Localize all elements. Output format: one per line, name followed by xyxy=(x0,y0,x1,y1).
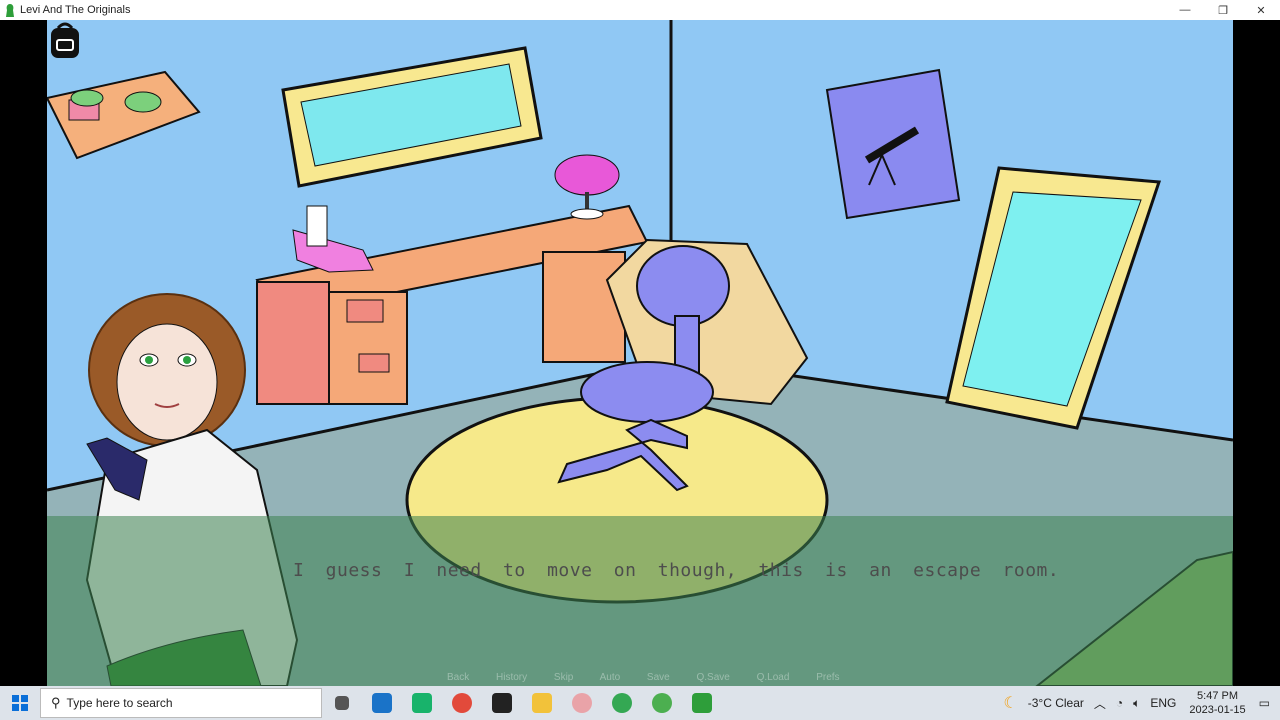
game-character-icon xyxy=(572,693,592,713)
volume-icon[interactable]: 🔈︎ xyxy=(1133,696,1140,711)
dialogue-box[interactable] xyxy=(47,516,1233,686)
desk-lamp xyxy=(554,154,620,196)
taskbar-app-chrome-2[interactable] xyxy=(602,686,642,720)
atom-icon xyxy=(652,693,672,713)
taskbar-app-game-character[interactable] xyxy=(562,686,602,720)
chrome-profile-icon xyxy=(612,693,632,713)
plant-right xyxy=(124,91,162,113)
clock[interactable]: 5:47 PM 2023-01-15 xyxy=(1189,689,1245,717)
app-icon xyxy=(6,3,14,17)
search-icon: ⚲ xyxy=(51,695,61,710)
close-button[interactable]: ✕ xyxy=(1242,0,1280,20)
taskbar-app-unity[interactable] xyxy=(482,686,522,720)
taskbar-app-mail[interactable] xyxy=(362,686,402,720)
character-face xyxy=(116,323,218,441)
folder-icon xyxy=(532,693,552,713)
taskbar-app-chrome[interactable] xyxy=(442,686,482,720)
mail-icon xyxy=(372,693,392,713)
taskbar-app-task-view[interactable] xyxy=(322,686,362,720)
taskbar-app-atom[interactable] xyxy=(642,686,682,720)
game-viewport[interactable]: I guess I need to move on though, this i… xyxy=(47,20,1233,686)
plant-left xyxy=(70,89,104,107)
chair-seat xyxy=(580,361,714,423)
minimize-button[interactable]: — xyxy=(1166,0,1204,20)
taskbar-app-levi-game[interactable] xyxy=(682,686,722,720)
notification-icon[interactable]: ▭ xyxy=(1259,696,1270,710)
weather-text[interactable]: -3°C Clear xyxy=(1028,696,1084,710)
backpack-icon[interactable] xyxy=(47,20,83,60)
network-icon[interactable]: ◔ xyxy=(1116,696,1123,710)
dialogue-text: I guess I need to move on though, this i… xyxy=(293,560,1060,581)
restore-button[interactable]: ❐ xyxy=(1204,0,1242,20)
desk-drawer-left xyxy=(256,281,330,405)
system-tray: ☾ -3°C Clear ︿ ◔ 🔈︎ ENG 5:47 PM 2023-01-… xyxy=(998,686,1280,720)
quick-menu[interactable]: Back History Skip Auto Save Q.Save Q.Loa… xyxy=(447,672,840,683)
file-holder xyxy=(292,229,374,273)
levi-game-icon xyxy=(692,693,712,713)
window-title: Levi And The Originals xyxy=(20,4,131,16)
desk-leg-right xyxy=(542,251,626,363)
taskbar-search-box[interactable]: ⚲ Type here to search xyxy=(40,688,322,718)
start-button[interactable] xyxy=(0,686,40,720)
taskbar-app-green[interactable] xyxy=(402,686,442,720)
task-view-icon xyxy=(335,696,349,710)
taskbar-app-file-explorer[interactable] xyxy=(522,686,562,720)
windows-icon xyxy=(12,695,28,711)
taskbar: ⚲ Type here to search ☾ -3°C Clear ︿ ◔ 🔈… xyxy=(0,686,1280,720)
clock-time: 5:47 PM xyxy=(1197,690,1238,702)
window-titlebar: Levi And The Originals — ❐ ✕ xyxy=(0,0,1280,20)
moon-icon: ☾ xyxy=(1003,695,1018,712)
chair-back xyxy=(636,245,730,327)
unity-icon xyxy=(492,693,512,713)
clock-date: 2023-01-15 xyxy=(1189,704,1246,716)
chrome-icon xyxy=(452,693,472,713)
language-indicator[interactable]: ENG xyxy=(1150,696,1176,710)
search-placeholder: Type here to search xyxy=(66,696,173,710)
app-green-icon xyxy=(412,693,432,713)
chevron-up-icon[interactable]: ︿ xyxy=(1094,695,1106,712)
